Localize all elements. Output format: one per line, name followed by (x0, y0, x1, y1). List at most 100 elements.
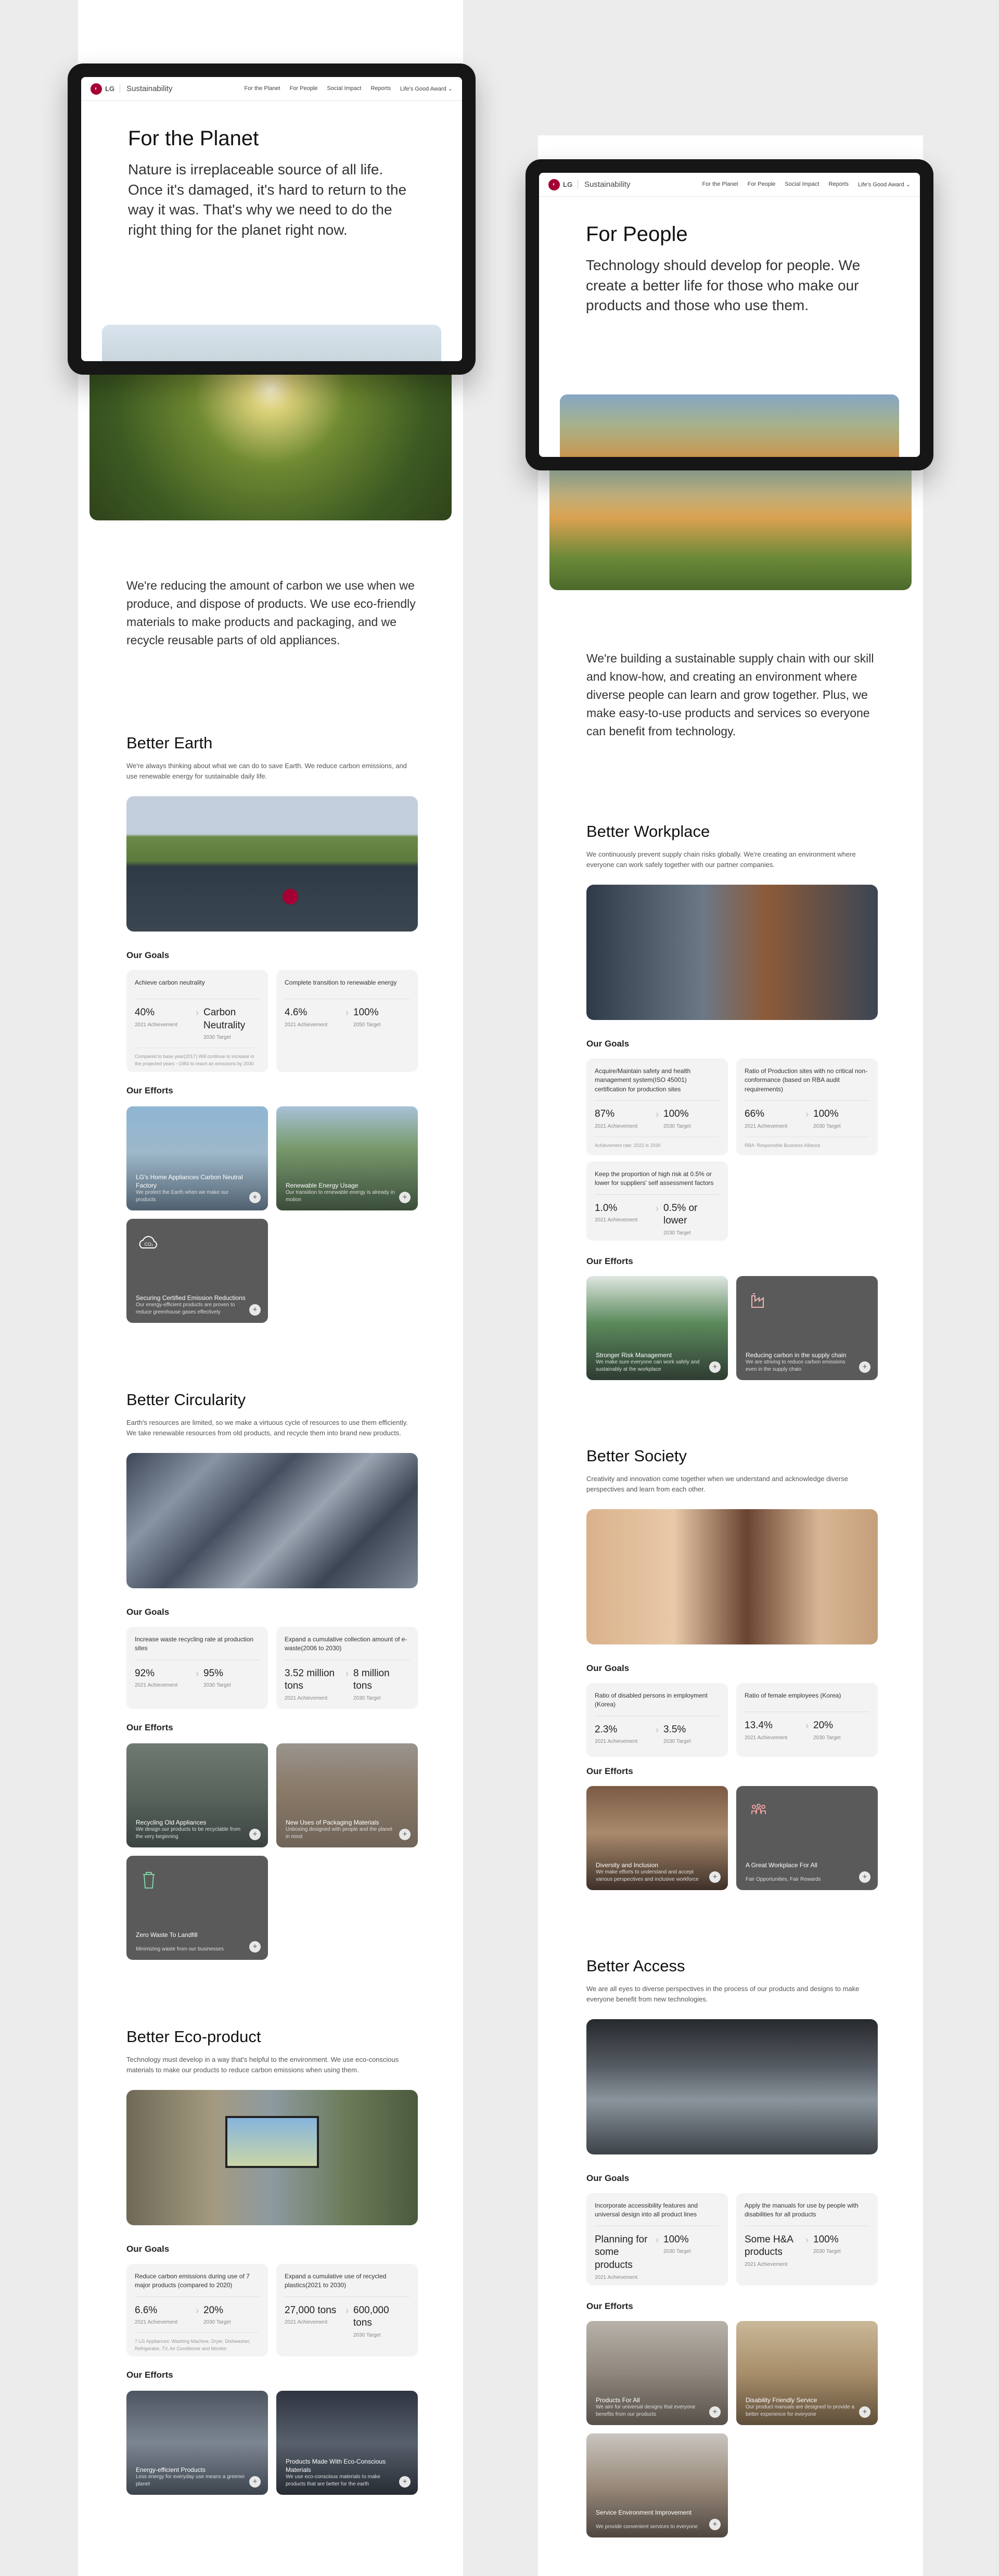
effort-desc: We aim for universal designs that everyo… (596, 2404, 696, 2417)
plus-icon[interactable]: + (249, 1941, 261, 1953)
nav-item-social-impact[interactable]: Social Impact (785, 181, 819, 188)
plus-icon[interactable]: + (249, 1829, 261, 1840)
goal-title: Keep the proportion of high risk at 0.5%… (595, 1170, 720, 1195)
goal-card: Incorporate accessibility features and u… (586, 2193, 728, 2286)
goal-target: 100% (813, 2234, 839, 2245)
brand-label[interactable]: Sustainability (578, 180, 630, 189)
effort-card[interactable]: Reducing carbon in the supply chain We a… (736, 1276, 878, 1380)
nav-item-planet[interactable]: For the Planet (702, 181, 738, 188)
nav-item-reports[interactable]: Reports (828, 181, 849, 188)
nav-item-planet[interactable]: For the Planet (245, 85, 280, 92)
lg-logo[interactable]: ◐ LG (91, 83, 114, 95)
goal-achievement: 66% (745, 1108, 765, 1120)
plus-icon[interactable]: + (709, 1871, 721, 1883)
section-title-eco-product: Better Eco-product (126, 2027, 261, 2046)
effort-card[interactable]: New Uses of Packaging Materials Unboxing… (276, 1743, 418, 1847)
plus-icon[interactable]: + (249, 1304, 261, 1316)
effort-card[interactable]: Diversity and Inclusion We make efforts … (586, 1786, 728, 1890)
goal-card: Ratio of female employees (Korea) 13.4% 2… (736, 1683, 878, 1757)
effort-card[interactable]: LG's Home Appliances Carbon Neutral Fact… (126, 1106, 268, 1210)
nav-item-people[interactable]: For People (290, 85, 318, 92)
goal-target: 20% (203, 2304, 224, 2316)
plus-icon[interactable]: + (709, 2406, 721, 2418)
goal-note: Compared to base year(2017) Will continu… (135, 1048, 260, 1067)
effort-card[interactable]: Disability Friendly Service Our product … (736, 2321, 878, 2425)
plus-icon[interactable]: + (399, 1829, 411, 1840)
plus-icon[interactable]: + (859, 1871, 870, 1883)
effort-card[interactable]: Products Made With Eco-Conscious Materia… (276, 2391, 418, 2495)
goal-achievement: 2.3% (595, 1724, 618, 1735)
goal-target-label: 2030 Target (813, 2249, 841, 2255)
nav-item-reports[interactable]: Reports (370, 85, 391, 92)
plus-icon[interactable]: + (859, 2406, 870, 2418)
plus-icon[interactable]: + (709, 2519, 721, 2530)
goal-card: Expand a cumulative collection amount of… (276, 1627, 418, 1709)
lg-logo-icon: ◐ (548, 178, 560, 190)
chevron-right-icon: › (805, 1109, 809, 1120)
goal-achievement-label: 2021 Achievement (135, 2319, 178, 2326)
efforts-label: Our Efforts (126, 1723, 173, 1732)
planet-hero-image (89, 375, 452, 520)
access-photo (586, 2019, 878, 2154)
tv-screen-image (225, 2116, 319, 2168)
effort-desc: Our product manuals are designed to prov… (746, 2404, 855, 2417)
effort-card[interactable]: Renewable Energy Usage Our transition to… (276, 1106, 418, 1210)
plus-icon[interactable]: + (399, 2476, 411, 2488)
effort-title: Energy-efficient Products (136, 2466, 206, 2473)
plus-icon[interactable]: + (709, 1361, 721, 1373)
tablet-screen: ◐ LG Sustainability For the Planet For P… (81, 77, 462, 361)
effort-desc: We provide convenient services to everyo… (596, 2523, 698, 2530)
nav-item-people[interactable]: For People (748, 181, 776, 188)
effort-desc: We use eco-conscious materials to make p… (286, 2474, 381, 2487)
effort-card[interactable]: A Great Workplace For All Fair Opportuni… (736, 1786, 878, 1890)
lg-logo[interactable]: ◐ LG (548, 178, 572, 190)
goal-target-label: 2030 Target (353, 2332, 381, 2339)
goal-achievement: 92% (135, 1667, 155, 1679)
effort-title: Service Environment Improvement (596, 2508, 692, 2516)
effort-card[interactable]: Service Environment Improvement We provi… (586, 2433, 728, 2537)
hero-text: Nature is irreplaceable source of all li… (128, 161, 407, 238)
section-desc-circularity: Earth's resources are limited, so we mak… (126, 1419, 408, 1437)
goal-achievement-label: 2021 Achievement (745, 2262, 788, 2268)
nav-item-award[interactable]: Life's Good Award ⌄ (858, 181, 911, 188)
effort-card[interactable]: Stronger Risk Management We make sure ev… (586, 1276, 728, 1380)
goal-note: Achievement rate: 2022 is 2030 (595, 1136, 720, 1150)
goals-label: Our Goals (586, 1039, 630, 1049)
effort-card[interactable]: Recycling Old Appliances We design our p… (126, 1743, 268, 1847)
hero-image-peek (102, 325, 441, 361)
plus-icon[interactable]: + (249, 2476, 261, 2488)
goal-title: Acquire/Maintain safety and health manag… (595, 1067, 720, 1101)
plus-icon[interactable]: + (399, 1192, 411, 1203)
efforts-label: Our Efforts (126, 2370, 173, 2380)
goal-target-label: 2030 Target (663, 1230, 691, 1236)
section-title-workplace: Better Workplace (586, 822, 710, 840)
effort-card[interactable]: Zero Waste To Landfill Minimizing waste … (126, 1856, 268, 1960)
plus-icon[interactable]: + (859, 1361, 870, 1373)
section-desc-workplace: We continuously prevent supply chain ris… (586, 850, 856, 869)
chevron-right-icon: › (656, 1724, 659, 1735)
goal-achievement-label: 2021 Achievement (745, 1735, 788, 1741)
hero: For People Technology should develop for… (539, 197, 920, 316)
eco-product-photo (126, 2090, 418, 2225)
efforts-label: Our Efforts (586, 2301, 633, 2311)
goal-target: 8 million tons (353, 1667, 390, 1692)
effort-title: Products For All (596, 2396, 640, 2404)
plus-icon[interactable]: + (249, 1192, 261, 1203)
effort-card[interactable]: CO₂ Securing Certified Emission Reductio… (126, 1219, 268, 1323)
factory-icon (751, 1293, 764, 1308)
nav-item-award[interactable]: Life's Good Award ⌄ (400, 85, 453, 92)
goal-target-label: 2030 Target (813, 1735, 841, 1741)
goals-label: Our Goals (126, 1607, 170, 1617)
circularity-photo (126, 1453, 418, 1588)
goal-achievement-label: 2021 Achievement (745, 1123, 788, 1129)
goal-achievement: 6.6% (135, 2304, 158, 2316)
goal-target: 100% (663, 1108, 689, 1120)
effort-card[interactable]: Products For All We aim for universal de… (586, 2321, 728, 2425)
svg-text:CO₂: CO₂ (145, 1242, 154, 1247)
effort-title: Reducing carbon in the supply chain (746, 1351, 847, 1359)
goal-target: 100% (813, 1108, 839, 1120)
nav-item-social-impact[interactable]: Social Impact (327, 85, 361, 92)
goal-title: Complete transition to renewable energy (285, 978, 409, 999)
brand-label[interactable]: Sustainability (120, 84, 172, 93)
effort-card[interactable]: Energy-efficient Products Less energy fo… (126, 2391, 268, 2495)
